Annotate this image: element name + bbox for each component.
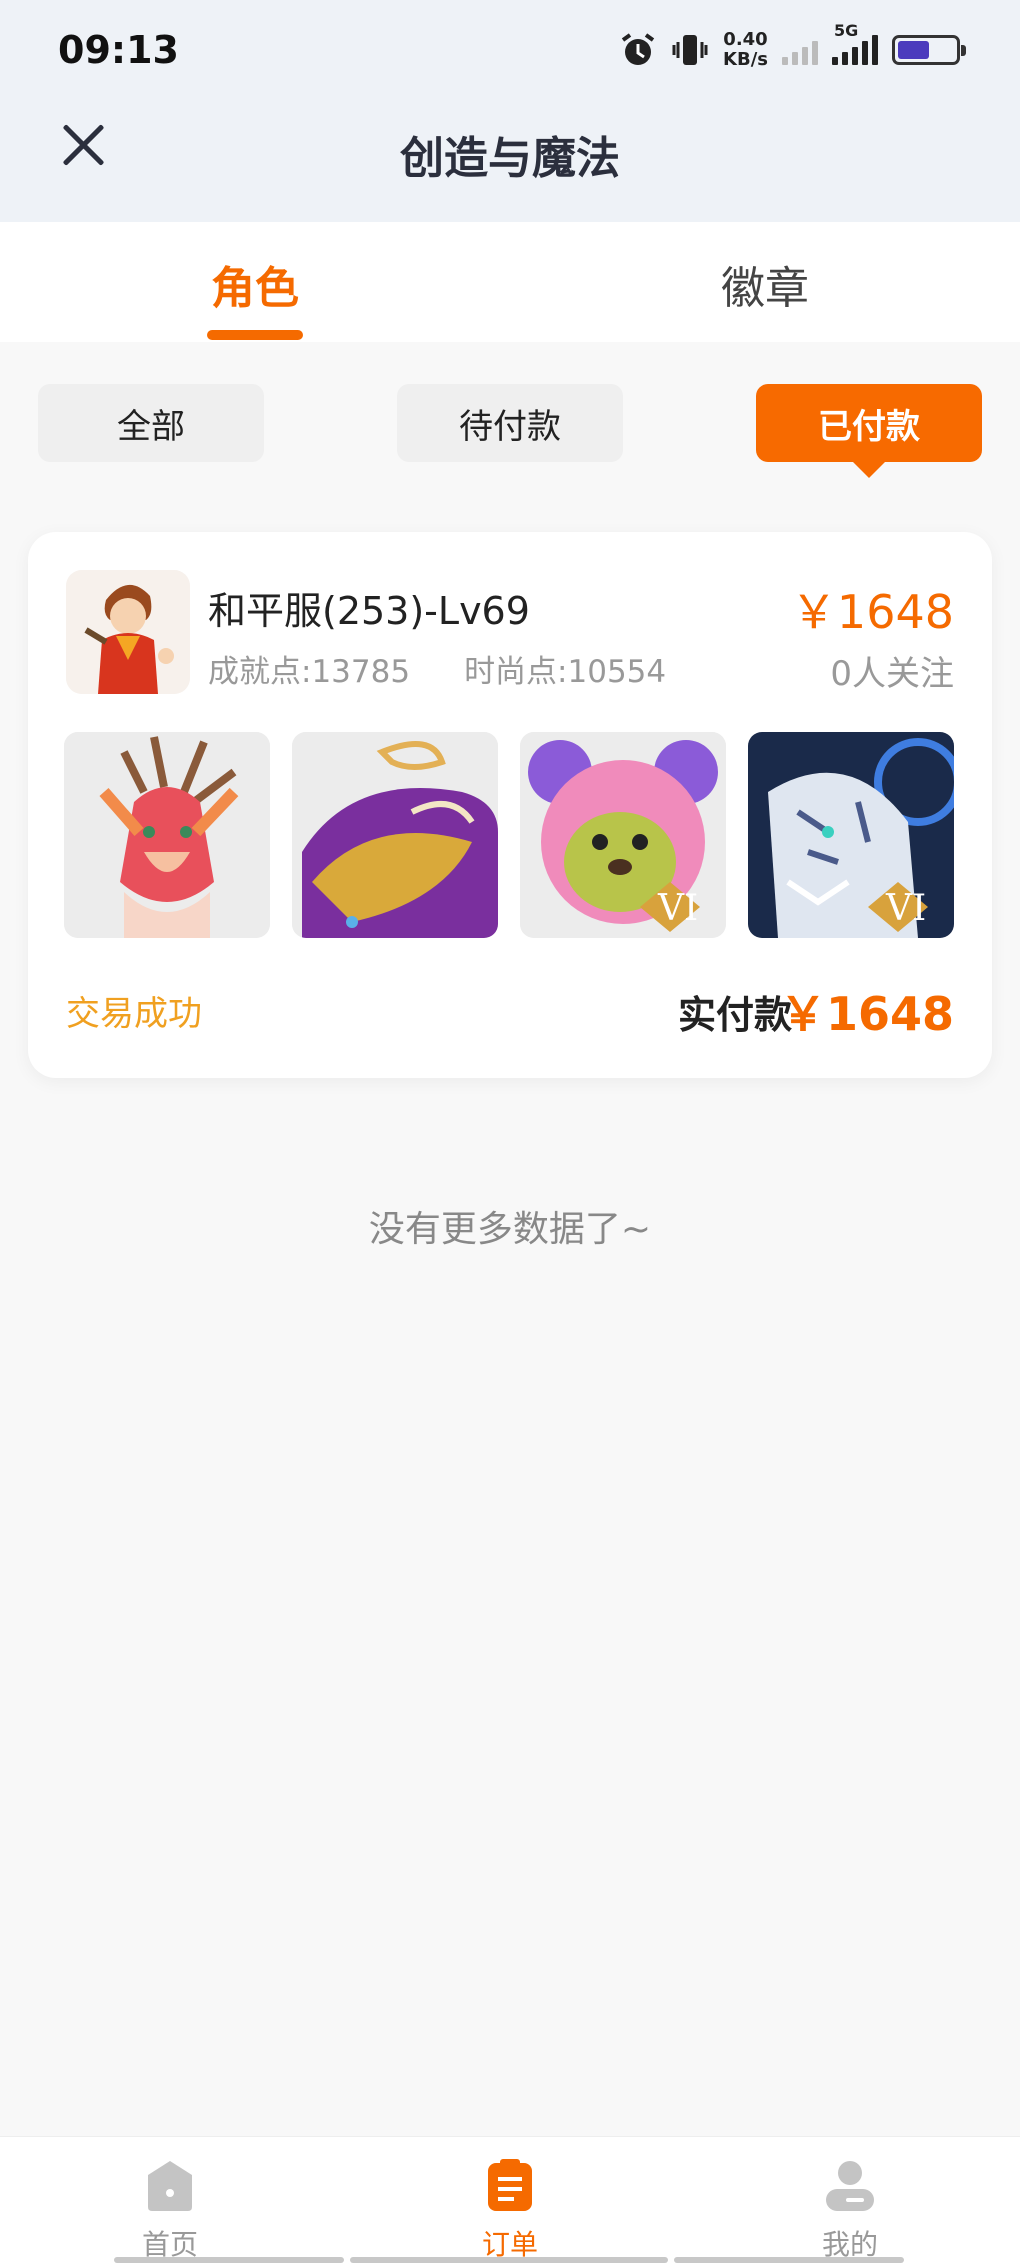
signal-strength-1-icon [782,35,818,65]
net-speed-unit: KB/s [723,49,768,70]
multitask-indicator-left [114,2257,344,2263]
alarm-icon [621,33,655,65]
filter-paid[interactable]: 已付款 [756,384,982,478]
battery-icon [892,35,966,65]
orders-icon [488,2159,532,2211]
filter-pending-payment[interactable]: 待付款 [397,384,623,462]
paid-amount: ￥1648 [779,987,954,1041]
points-row: 成就点:13785 时尚点:10554 [208,646,666,691]
pink-bear-costume-image[interactable]: VI [520,732,726,938]
status-icons: 0.40 KB/s 5G [619,21,966,70]
nav-orders[interactable]: 订单 [410,2157,610,2263]
category-tabs: 角色 徽章 [0,222,1020,342]
top-header-area: 09:13 0.40 KB/s 5G 创造与魔法 [0,0,1020,222]
status-bar: 09:13 0.40 KB/s 5G [0,0,1020,110]
battery-level [898,41,929,59]
achievement-points: 成就点:13785 [208,654,411,690]
vibrate-icon [672,35,708,65]
net-speed: 0.40 KB/s [723,30,768,70]
character-portrait-icon [66,570,190,694]
multitask-indicator-right [674,2257,904,2263]
server-level: 和平服(253)-Lv69 [208,589,530,633]
filter-all[interactable]: 全部 [38,384,264,462]
network-type: 5G [834,21,859,40]
clock: 09:13 [58,28,179,72]
svg-text:VI: VI [885,888,926,929]
paid-label: 实付款 [677,993,792,1037]
character-avatar [66,570,190,694]
no-more-data-note: 没有更多数据了~ [368,1209,652,1250]
profile-icon [826,2161,874,2211]
fashion-points: 时尚点:10554 [464,654,667,690]
listing-price: ￥1648 [790,585,954,639]
golden-whale-mount-image[interactable] [292,732,498,938]
page-title: 创造与魔法 [400,133,620,184]
svg-text:VI: VI [657,888,698,929]
net-speed-value: 0.40 [723,29,768,50]
bottom-navigation: 首页 订单 我的 [0,2136,1020,2267]
item-thumbnails: VI VI [64,732,954,938]
order-status: 交易成功 [66,994,202,1034]
nav-profile[interactable]: 我的 [750,2157,950,2263]
white-tiger-mount-image[interactable]: VI [748,732,954,938]
nav-home[interactable]: 首页 [70,2157,270,2263]
multitask-indicator-center [350,2257,668,2263]
follower-count: 0人关注 [830,654,954,694]
red-dragon-mount-image[interactable] [64,732,270,938]
tab-badge[interactable]: 徽章 [665,252,865,316]
order-card[interactable]: 和平服(253)-Lv69 成就点:13785 时尚点:10554 ￥1648 … [28,532,992,1078]
tab-role[interactable]: 角色 [155,252,355,316]
active-tab-indicator [207,330,303,340]
signal-5g: 5G [832,21,878,65]
home-icon [148,2161,192,2211]
